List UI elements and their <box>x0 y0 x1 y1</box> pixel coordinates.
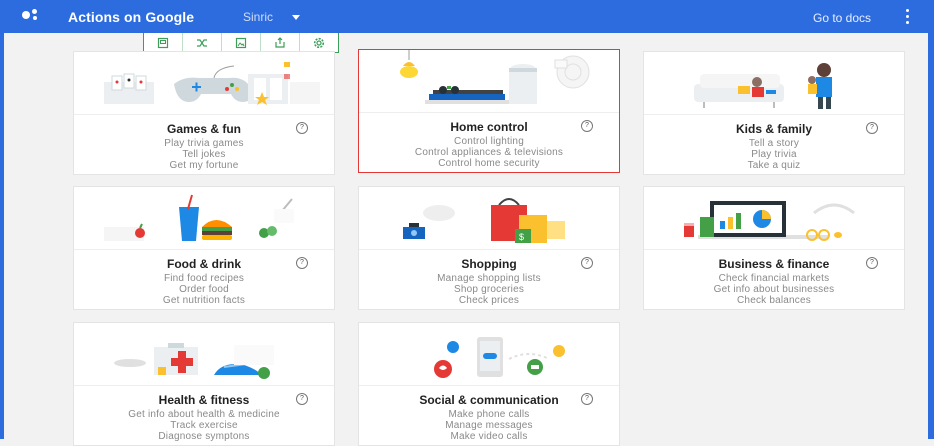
shuffle-icon <box>197 38 207 47</box>
share-button[interactable] <box>261 33 300 52</box>
project-selector[interactable]: Sinric <box>243 10 273 24</box>
example-item: Check prices <box>458 295 520 306</box>
example-item: Get info about businesses <box>713 284 835 295</box>
example-item: Get nutrition facts <box>162 295 246 306</box>
example-item: Make video calls <box>450 431 528 442</box>
google-assistant-logo <box>22 9 42 23</box>
example-item: Play trivia games <box>164 138 244 149</box>
example-item: Control home security <box>438 158 540 169</box>
card-title: Games & fun <box>166 122 241 136</box>
social-communication-illustration <box>359 323 619 386</box>
example-list: Check financial markets Get info about b… <box>644 273 904 306</box>
example-item: Diagnose symptons <box>158 431 250 442</box>
example-item: Tell a story <box>748 138 800 149</box>
food-drink-illustration <box>74 187 334 250</box>
example-item: Get info about health & medicine <box>128 409 280 420</box>
example-item: Track exercise <box>170 420 238 431</box>
chevron-down-icon[interactable] <box>292 15 300 20</box>
card-title: Shopping <box>461 257 517 271</box>
save-button[interactable] <box>144 33 183 52</box>
games-illustration <box>74 52 334 115</box>
example-list: Control lighting Control appliances & te… <box>359 136 619 169</box>
card-title: Home control <box>450 120 528 134</box>
category-card-food-drink[interactable]: Food & drink ? Find food recipes Order f… <box>73 186 335 310</box>
shopping-illustration: $ <box>359 187 619 250</box>
example-item: Order food <box>179 284 229 295</box>
example-item: Manage messages <box>445 420 533 431</box>
example-item: Check financial markets <box>718 273 830 284</box>
example-item: Make phone calls <box>448 409 530 420</box>
example-item: Check balances <box>737 295 811 306</box>
example-list: Make phone calls Manage messages Make vi… <box>359 409 619 442</box>
category-card-home-control[interactable]: Home control ? Control lighting Control … <box>358 49 620 173</box>
go-to-docs-link[interactable]: Go to docs <box>813 11 871 25</box>
category-card-business-finance[interactable]: Business & finance ? Check financial mar… <box>643 186 905 310</box>
example-list: Manage shopping lists Shop groceries Che… <box>359 273 619 306</box>
share-icon <box>275 36 285 48</box>
svg-text:$: $ <box>519 232 524 242</box>
example-list: Get info about health & medicine Track e… <box>74 409 334 442</box>
card-title: Food & drink <box>167 257 241 271</box>
health-fitness-illustration <box>74 323 334 386</box>
example-item: Take a quiz <box>747 160 801 171</box>
category-card-shopping[interactable]: $ Shopping ? Manage shopping lists Shop … <box>358 186 620 310</box>
help-icon[interactable]: ? <box>581 393 593 405</box>
help-icon[interactable]: ? <box>866 122 878 134</box>
example-item: Shop groceries <box>453 284 525 295</box>
example-item: Control appliances & televisions <box>414 147 564 158</box>
example-list: Play trivia games Tell jokes Get my fort… <box>74 138 334 171</box>
card-title: Kids & family <box>735 122 813 136</box>
app-title[interactable]: Actions on Google <box>68 9 194 25</box>
example-item: Find food recipes <box>163 273 245 284</box>
example-item: Play trivia <box>751 149 797 160</box>
example-item: Tell jokes <box>182 149 226 160</box>
settings-button[interactable] <box>300 33 338 52</box>
image-button[interactable] <box>222 33 261 52</box>
save-icon <box>157 37 169 48</box>
image-icon <box>235 37 247 48</box>
card-title: Health & fitness <box>158 393 250 407</box>
example-item: Get my fortune <box>169 160 239 171</box>
category-card-social-communication[interactable]: Social & communication ? Make phone call… <box>358 322 620 446</box>
card-title: Business & finance <box>718 257 830 271</box>
help-icon[interactable]: ? <box>296 122 308 134</box>
more-vert-icon[interactable] <box>906 9 909 24</box>
card-title: Social & communication <box>419 393 559 407</box>
frame-right <box>928 33 934 439</box>
example-item: Control lighting <box>454 136 524 147</box>
category-card-games-fun[interactable]: Games & fun ? Play trivia games Tell jok… <box>73 51 335 175</box>
help-icon[interactable]: ? <box>581 257 593 269</box>
home-control-illustration <box>359 50 619 113</box>
help-icon[interactable]: ? <box>866 257 878 269</box>
app-header: Actions on Google Sinric Go to docs <box>0 0 934 33</box>
category-card-kids-family[interactable]: Kids & family ? Tell a story Play trivia… <box>643 51 905 175</box>
help-icon[interactable]: ? <box>296 393 308 405</box>
help-icon[interactable]: ? <box>296 257 308 269</box>
example-list: Find food recipes Order food Get nutriti… <box>74 273 334 306</box>
kids-family-illustration <box>644 52 904 115</box>
frame-left <box>0 33 4 439</box>
example-list: Tell a story Play trivia Take a quiz <box>644 138 904 171</box>
overlay-toolbar <box>143 33 339 53</box>
example-item: Manage shopping lists <box>437 273 541 284</box>
help-icon[interactable]: ? <box>581 120 593 132</box>
category-card-health-fitness[interactable]: Health & fitness ? Get info about health… <box>73 322 335 446</box>
shuffle-button[interactable] <box>183 33 222 52</box>
business-finance-illustration <box>644 187 904 250</box>
settings-icon <box>313 37 325 48</box>
